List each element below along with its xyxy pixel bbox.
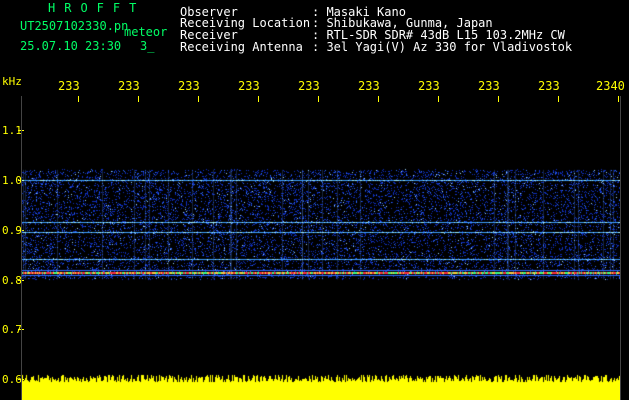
- app-name: HROFFT: [48, 1, 146, 15]
- y-unit-label: kHz: [2, 75, 22, 88]
- x-tick-label: 233: [358, 79, 380, 93]
- x-tick-mark: [258, 96, 259, 102]
- x-tick-label: 233: [238, 79, 260, 93]
- x-tick-label: 233: [298, 79, 320, 93]
- x-tick-mark: [618, 96, 619, 102]
- antenna-label: Receiving Antenna: [180, 40, 303, 54]
- spectrogram: [22, 103, 620, 376]
- slot-label: 3_: [140, 39, 155, 53]
- x-tick-mark: [438, 96, 439, 102]
- x-tick-label: 2340: [596, 79, 625, 93]
- x-tick-mark: [198, 96, 199, 102]
- x-tick-label: 233: [58, 79, 80, 93]
- x-tick-label: 233: [118, 79, 140, 93]
- x-tick-mark: [378, 96, 379, 102]
- file-name: UT2507102330.pn: [20, 19, 129, 33]
- plot-right-border: [620, 96, 621, 400]
- spectrogram-canvas: [22, 103, 620, 376]
- date-time: 25.07.10 23:30: [20, 39, 122, 53]
- x-tick-mark: [78, 96, 79, 102]
- x-tick-mark: [318, 96, 319, 102]
- noise-level-strip: [22, 372, 620, 400]
- x-tick-label: 233: [538, 79, 560, 93]
- x-tick-mark: [558, 96, 559, 102]
- antenna-value: : 3el Yagi(V) Az 330 for Vladivostok: [312, 40, 573, 54]
- x-tick-mark: [138, 96, 139, 102]
- mode-label: meteor: [124, 25, 168, 39]
- x-tick-label: 233: [478, 79, 500, 93]
- x-tick-label: 233: [418, 79, 440, 93]
- x-tick-label: 233: [178, 79, 200, 93]
- x-tick-mark: [498, 96, 499, 102]
